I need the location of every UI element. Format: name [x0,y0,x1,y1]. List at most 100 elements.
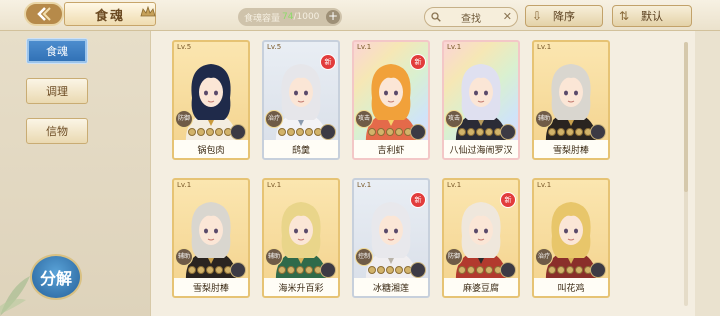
tab-cooking[interactable]: 调理 [26,78,88,104]
back-arrow-icon [37,7,51,21]
element-icon [230,124,246,140]
food-soul-card[interactable]: Lv.1 攻击 八仙过海闹罗汉 [442,40,520,160]
star-icon [197,128,205,136]
search-field[interactable]: 查找 ✕ [424,7,518,27]
star-icon [305,128,313,136]
star-icon [476,128,484,136]
element-icon [500,124,516,140]
new-badge: 新 [320,54,336,70]
card-level: Lv.1 [267,181,282,189]
star-icon [467,266,475,274]
sort-order-label: 降序 [553,10,575,23]
element-icon [590,124,606,140]
food-soul-card[interactable]: Lv.1 辅助雪梨肘棒 [532,40,610,160]
star-icon [188,266,196,274]
decompose-button[interactable]: 分解 [30,254,82,300]
role-badge: 治疗 [535,248,553,266]
star-icon [278,266,286,274]
role-badge: 防御 [445,248,463,266]
card-name: 雪梨肘棒 [174,278,248,296]
card-level: Lv.1 [447,181,462,189]
scrollbar-thumb[interactable] [684,42,688,192]
star-icon [296,266,304,274]
decompose-label: 分解 [39,269,72,288]
star-icon [368,128,376,136]
card-name: 麻婆豆腐 [444,278,518,296]
card-level: Lv.1 [537,43,552,51]
role-badge: 攻击 [355,110,373,128]
role-badge: 控制 [355,248,373,266]
star-icon [485,128,493,136]
role-badge: 攻击 [445,110,463,128]
card-name: 叫花鸡 [534,278,608,296]
right-margin [695,28,720,316]
food-soul-card[interactable]: Lv.1 新防御 麻婆豆腐 [442,178,520,298]
sort-mode-label: 默认 [641,10,663,23]
star-rating [188,128,232,136]
star-icon [215,266,223,274]
card-name: 锅包肉 [174,140,248,158]
star-icon [557,266,565,274]
back-button[interactable] [24,2,64,26]
food-soul-card[interactable]: Lv.5 防御 锅包肉 [172,40,250,160]
new-badge: 新 [410,192,426,208]
star-icon [377,266,385,274]
card-level: Lv.1 [447,43,462,51]
star-icon [206,266,214,274]
card-level: Lv.1 [537,181,552,189]
star-icon [575,128,583,136]
sort-mode-icon: ⇅ [619,9,630,23]
star-rating [548,266,592,274]
food-soul-card[interactable]: Lv.1 治疗叫花鸡 [532,178,610,298]
tab-food-souls[interactable]: 食魂 [26,38,88,64]
element-icon [410,124,426,140]
element-icon [590,262,606,278]
role-badge: 防御 [175,110,193,128]
element-icon [320,124,336,140]
star-rating [278,266,322,274]
scrollbar[interactable] [684,42,688,306]
capacity-max: /1000 [293,12,320,22]
crown-icon [140,6,156,17]
star-icon [548,266,556,274]
top-bar: 食魂 食魂容量 74 /1000 + 查找 ✕ ⇩ 降序 ⇅ 默认 [0,0,720,31]
food-soul-card[interactable]: Lv.1 辅助 海米升百彩 [262,178,340,298]
search-label: 查找 [461,13,481,25]
star-rating [458,128,502,136]
star-icon [566,128,574,136]
star-icon [197,266,205,274]
element-icon [230,262,246,278]
tab-food-souls-label: 食魂 [46,45,68,58]
card-name: 冰糖湘莲 [354,278,428,296]
capacity-label: 食魂容量 [244,13,281,24]
new-badge: 新 [410,54,426,70]
sort-mode-button[interactable]: ⇅ 默认 [612,5,692,27]
star-icon [458,128,466,136]
role-badge: 辅助 [265,248,283,266]
card-name: 雪梨肘棒 [534,140,608,158]
food-soul-card[interactable]: Lv.1 新控制 冰糖湘莲 [352,178,430,298]
star-icon [188,128,196,136]
card-level: Lv.1 [357,43,372,51]
star-icon [458,266,466,274]
star-icon [368,266,376,274]
add-capacity-button[interactable]: + [326,10,340,24]
search-icon [431,12,441,22]
role-badge: 辅助 [535,110,553,128]
tab-cooking-label: 调理 [46,85,68,98]
role-badge: 治疗 [265,110,283,128]
clear-search-icon[interactable]: ✕ [503,10,512,23]
food-soul-card[interactable]: Lv.1 辅助 雪梨肘棒 [172,178,250,298]
star-icon [386,266,394,274]
element-icon [410,262,426,278]
sort-order-button[interactable]: ⇩ 降序 [525,5,603,27]
element-icon [320,262,336,278]
star-icon [557,128,565,136]
star-icon [296,128,304,136]
food-soul-card[interactable]: Lv.1 新攻击 吉利虾 [352,40,430,160]
star-rating [548,128,592,136]
food-soul-card[interactable]: Lv.5 新治疗 鸱羹 [262,40,340,160]
star-icon [305,266,313,274]
star-icon [395,128,403,136]
tab-tokens[interactable]: 信物 [26,118,88,144]
